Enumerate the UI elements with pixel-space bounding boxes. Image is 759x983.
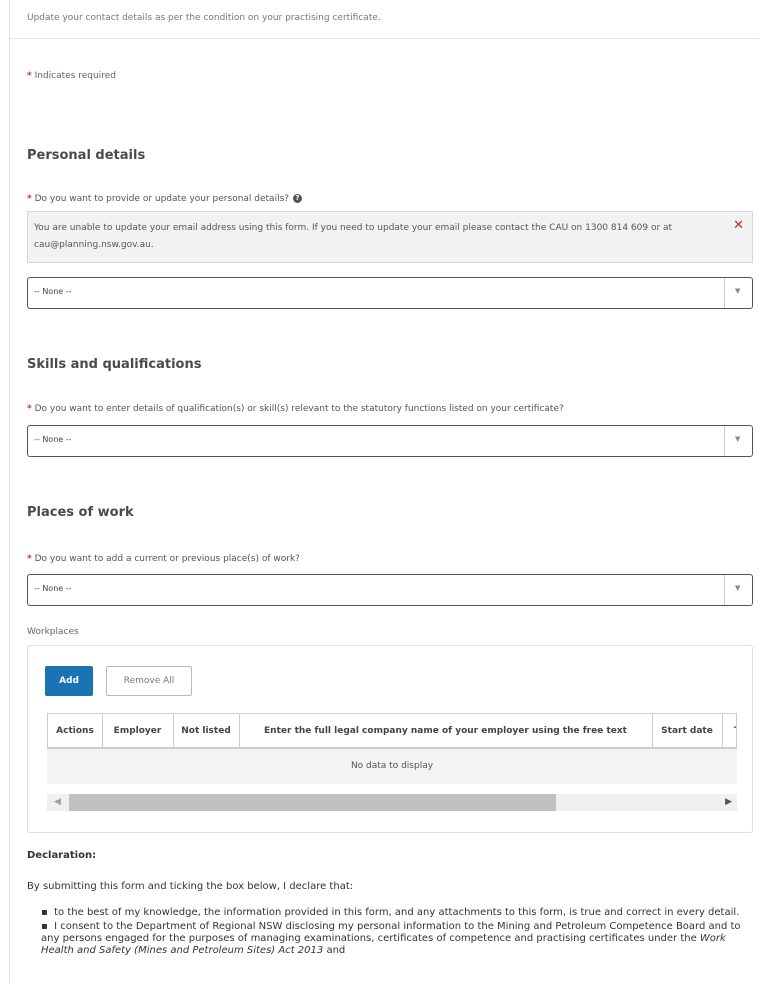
list-item: ▪ to the best of my knowledge, the infor…	[41, 907, 740, 918]
remove-all-button[interactable]: Remove All	[106, 666, 192, 696]
email-alert: You are unable to update your email addr…	[27, 211, 753, 263]
skills-select[interactable]: -- None -- ▼	[27, 425, 753, 457]
select-value: -- None --	[34, 584, 72, 593]
question-circle-icon[interactable]: ?	[293, 194, 303, 203]
column-header-company-name[interactable]: Enter the full legal company name of you…	[239, 714, 653, 747]
dropdown-toggle[interactable]: ▼	[724, 575, 752, 605]
page-left-border	[9, 0, 10, 983]
empty-table-message: No data to display	[47, 749, 737, 784]
caret-down-icon: ▼	[735, 287, 741, 295]
workplaces-label: Workplaces	[27, 627, 79, 637]
section-heading-skills: Skills and qualifications	[27, 357, 202, 372]
declaration-bullet-1: to the best of my knowledge, the informa…	[54, 907, 740, 918]
declaration-heading: Declaration:	[27, 850, 97, 861]
close-icon[interactable]: ✕	[733, 218, 744, 233]
question-personal: * Do you want to provide or update your …	[27, 194, 303, 204]
required-note-text: Indicates required	[31, 71, 116, 81]
declaration-bullet-2a: I consent to the Department of Regional …	[41, 921, 741, 944]
workplaces-panel: Add Remove All Actions Employer Not list…	[27, 645, 753, 833]
required-star: *	[27, 554, 32, 564]
required-star: *	[27, 404, 32, 414]
column-header-actions[interactable]: Actions	[48, 714, 103, 747]
dropdown-toggle[interactable]: ▼	[724, 278, 752, 308]
column-header-employer[interactable]: Employer	[102, 714, 174, 747]
declaration-list: ▪ to the best of my knowledge, the infor…	[41, 907, 753, 959]
scroll-right-icon[interactable]: ▶	[725, 797, 732, 807]
personal-details-select[interactable]: -- None -- ▼	[27, 277, 753, 309]
section-heading-personal: Personal details	[27, 148, 146, 163]
caret-down-icon: ▼	[735, 584, 741, 592]
question-skills: * Do you want to enter details of qualif…	[27, 404, 564, 414]
alert-text: You are unable to update your email addr…	[34, 223, 673, 250]
scroll-left-icon[interactable]: ◀	[54, 797, 61, 807]
dropdown-toggle[interactable]: ▼	[724, 426, 752, 456]
column-header-not-listed[interactable]: Not listed	[173, 714, 240, 747]
required-note: * Indicates required	[27, 71, 116, 81]
select-value: -- None --	[34, 287, 72, 296]
declaration-lead: By submitting this form and ticking the …	[27, 881, 354, 892]
horizontal-scrollbar[interactable]: ◀ ▶	[47, 794, 737, 811]
question-personal-text: Do you want to provide or update your pe…	[34, 194, 290, 204]
declaration-bullet-2b: and	[323, 945, 346, 956]
required-star: *	[27, 194, 32, 204]
question-work: * Do you want to add a current or previo…	[27, 554, 300, 564]
question-skills-text: Do you want to enter details of qualific…	[34, 404, 564, 414]
section-heading-work: Places of work	[27, 505, 134, 520]
workplaces-table-header: Actions Employer Not listed Enter the fu…	[47, 713, 737, 749]
question-work-text: Do you want to add a current or previous…	[34, 554, 300, 564]
column-header-start-date[interactable]: Start date	[652, 714, 723, 747]
work-select[interactable]: -- None -- ▼	[27, 574, 753, 606]
list-item: ▪ I consent to the Department of Regiona…	[41, 921, 741, 956]
select-value: -- None --	[34, 435, 72, 444]
add-button[interactable]: Add	[45, 666, 93, 696]
column-header-truncated[interactable]: T	[722, 714, 736, 747]
caret-down-icon: ▼	[735, 435, 741, 443]
intro-text: Update your contact details as per the c…	[27, 13, 381, 23]
scrollbar-thumb[interactable]	[69, 794, 556, 811]
